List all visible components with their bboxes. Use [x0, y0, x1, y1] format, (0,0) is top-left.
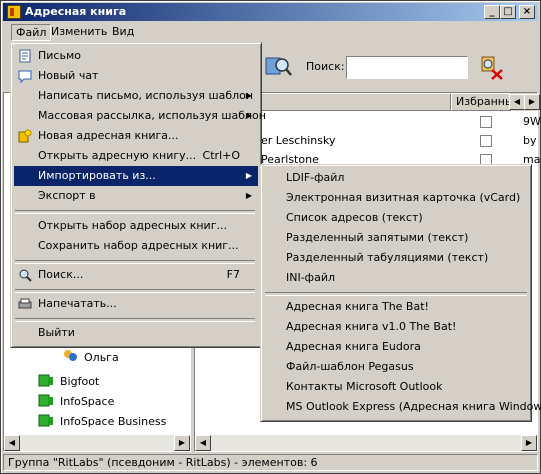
find-contact-icon[interactable]	[264, 54, 292, 80]
submenu-item-eudora[interactable]: Адресная книга Eudora	[264, 337, 528, 357]
menu-item-mass-mailing[interactable]: Массовая рассылка, используя шаблон ▶	[14, 106, 266, 126]
submenu-item-thebat-v1[interactable]: Адресная книга v1.0 The Bat!	[264, 317, 528, 337]
minimize-button[interactable]: _	[484, 5, 500, 19]
submenu-item-vcard[interactable]: Электронная визитная карточка (vCard)	[264, 188, 528, 208]
menu-edit[interactable]: Изменить	[47, 24, 111, 39]
tree-item-infospace-business[interactable]: InfoSpace Business	[60, 415, 166, 428]
menu-item-save-set[interactable]: Сохранить набор адресных книг...	[14, 236, 258, 256]
menu-item-new-chat[interactable]: Новый чат	[14, 66, 258, 86]
import-submenu: LDIF-файл Электронная визитная карточка …	[260, 164, 541, 422]
scroll-right-icon[interactable]: ▶	[174, 435, 190, 451]
new-book-icon	[18, 129, 32, 143]
menu-view[interactable]: Вид	[108, 24, 138, 39]
submenu-item-csv[interactable]: Разделенный запятыми (текст)	[264, 228, 528, 248]
header-scroll-right-icon[interactable]: ▶	[524, 94, 540, 110]
menu-item-new-book[interactable]: Новая адресная книга...	[14, 126, 258, 146]
scroll-right-icon[interactable]: ▶	[521, 435, 537, 451]
submenu-item-ini[interactable]: INI-файл	[264, 268, 528, 288]
file-menu: Письмо Новый чат Написать письмо, исполь…	[10, 42, 266, 348]
menu-item-write-template[interactable]: Написать письмо, используя шаблон ▶	[14, 86, 258, 106]
menu-separator	[15, 260, 255, 264]
close-button[interactable]: ×	[519, 5, 535, 19]
horizontal-scrollbar[interactable]: ◀ ▶	[4, 435, 190, 451]
print-icon	[18, 298, 32, 309]
submenu-arrow-icon: ▶	[245, 91, 252, 100]
toolbar: Поиск:	[262, 44, 537, 92]
contact-extra: 9W	[523, 115, 541, 128]
clear-search-icon[interactable]	[476, 54, 504, 80]
menu-item-export[interactable]: Экспорт в ▶	[14, 186, 258, 206]
submenu-item-address-list[interactable]: Список адресов (текст)	[264, 208, 528, 228]
menu-item-import[interactable]: Импортировать из... ▶	[14, 166, 258, 186]
submenu-arrow-icon: ▶	[245, 191, 252, 200]
window-title: Адресная книга	[25, 5, 127, 18]
address-book-icon	[38, 394, 53, 407]
column-favorites[interactable]: Избранны	[451, 93, 514, 111]
menu-item-exit[interactable]: Выйти	[14, 323, 258, 343]
contact-icon	[64, 350, 77, 361]
tree-item-infospace[interactable]: InfoSpace	[60, 395, 114, 408]
address-book-icon	[7, 5, 21, 19]
scroll-left-icon[interactable]: ◀	[4, 435, 20, 451]
submenu-item-pegasus[interactable]: Файл-шаблон Pegasus	[264, 357, 528, 377]
favorite-checkbox[interactable]	[480, 135, 492, 147]
tree-item-bigfoot[interactable]: Bigfoot	[60, 375, 99, 388]
address-book-icon	[38, 414, 53, 427]
horizontal-scrollbar[interactable]: ◀ ▶	[195, 435, 537, 451]
submenu-item-thebat[interactable]: Адресная книга The Bat!	[264, 297, 528, 317]
menu-separator	[265, 292, 527, 296]
status-bar: Группа "RitLabs" (псевдоним - RitLabs) -…	[3, 454, 538, 471]
maximize-button[interactable]: □	[500, 5, 516, 19]
menu-bar: Файл Изменить Вид	[3, 22, 538, 42]
letter-icon	[19, 49, 31, 63]
contact-extra: by	[523, 134, 537, 147]
scroll-left-icon[interactable]: ◀	[195, 435, 211, 451]
menu-item-letter[interactable]: Письмо	[14, 46, 258, 66]
menu-file[interactable]: Файл	[11, 24, 52, 41]
menu-separator	[15, 210, 255, 214]
favorite-checkbox[interactable]	[480, 116, 492, 128]
search-label: Поиск:	[306, 60, 345, 73]
status-text: Группа "RitLabs" (псевдоним - RitLabs) -…	[8, 456, 318, 469]
menu-item-open-book[interactable]: Открыть адресную книгу... Ctrl+O	[14, 146, 258, 166]
menu-separator	[15, 318, 255, 322]
address-book-icon	[38, 374, 53, 387]
menu-item-print[interactable]: Напечатать...	[14, 294, 258, 314]
submenu-arrow-icon: ▶	[245, 111, 252, 120]
submenu-arrow-icon: ▶	[245, 171, 252, 180]
submenu-item-outlook[interactable]: Контакты Microsoft Outlook	[264, 377, 528, 397]
menu-separator	[15, 289, 255, 293]
chat-icon	[18, 70, 32, 83]
submenu-item-outlook-express[interactable]: MS Outlook Express (Адресная книга Windo…	[264, 397, 541, 417]
title-bar[interactable]: Адресная книга _ □ ×	[3, 3, 538, 21]
tree-item-olga[interactable]: Ольга	[84, 351, 119, 364]
search-input[interactable]	[346, 56, 468, 79]
submenu-item-ldif[interactable]: LDIF-файл	[264, 168, 528, 188]
submenu-item-tsv[interactable]: Разделенный табуляциями (текст)	[264, 248, 528, 268]
menu-item-open-set[interactable]: Открыть набор адресных книг...	[14, 216, 258, 236]
header-scroll-left-icon[interactable]: ◀	[509, 94, 525, 110]
contact-name: er Leschinsky	[261, 134, 336, 147]
menu-item-search[interactable]: Поиск... F7	[14, 265, 258, 285]
search-icon	[19, 269, 32, 282]
